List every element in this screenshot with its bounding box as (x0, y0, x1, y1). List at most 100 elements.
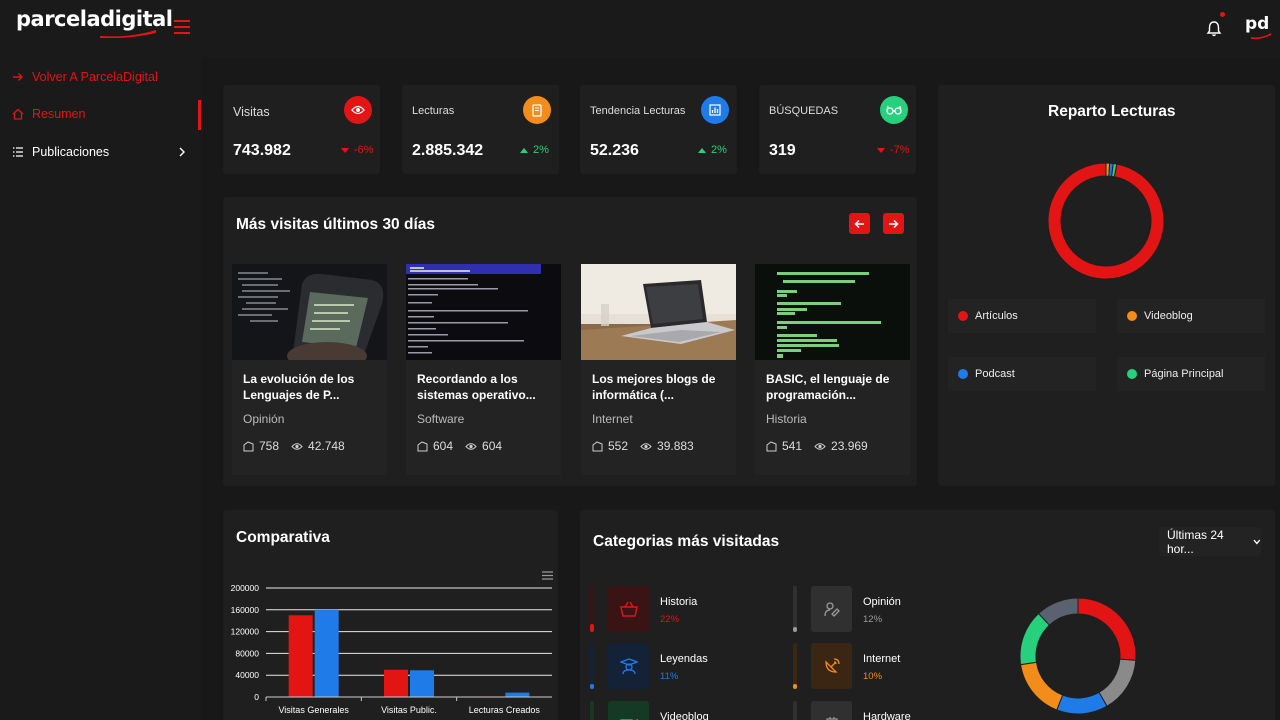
post-category: Software (417, 412, 465, 426)
readings-icon (592, 440, 603, 451)
category-item-historia[interactable]: Historia 22% (590, 586, 780, 632)
post-category: Internet (592, 412, 633, 426)
stat-value: 743.982 (233, 142, 291, 159)
category-name: Historia (660, 596, 698, 608)
post-stats: 541 23.969 (766, 439, 868, 453)
stat-change: -7% (877, 144, 910, 156)
y-tick-label: 160000 (231, 605, 260, 615)
video-icon (608, 701, 649, 720)
post-card[interactable]: Los mejores blogs de informática (... In… (581, 264, 736, 475)
category-pct: 11% (660, 671, 679, 682)
chip-icon (811, 701, 852, 720)
bar-0-1[interactable] (314, 609, 339, 697)
category-pct: 10% (863, 671, 883, 682)
comparativa-title: Comparativa (236, 529, 330, 546)
arrow-right-icon (13, 73, 23, 81)
legend-item-podcast[interactable]: Podcast (948, 357, 1096, 391)
sidebar-item-label: Volver A ParcelaDigital (32, 70, 158, 84)
post-title[interactable]: La evolución de los Lenguajes de P... (243, 371, 383, 403)
sidebar-item-resumen[interactable]: Resumen (12, 104, 192, 124)
y-tick-label: 0 (254, 692, 259, 702)
reparto-donut-chart (1047, 162, 1165, 280)
stat-label: Visitas (233, 105, 270, 119)
top-posts-title: Más visitas últimos 30 días (236, 216, 436, 233)
menu-toggle-button[interactable] (174, 20, 190, 34)
post-image[interactable] (755, 264, 910, 360)
arrow-left-icon (854, 219, 864, 228)
bar-1-0[interactable] (384, 669, 408, 697)
readings-icon (243, 440, 254, 451)
stat-value: 52.236 (590, 142, 639, 159)
readings-icon (766, 440, 777, 451)
next-button[interactable] (883, 213, 904, 234)
categoria-slice-3[interactable] (1020, 661, 1064, 711)
post-card[interactable]: La evolución de los Lenguajes de P... Op… (232, 264, 387, 475)
tablet-icon (523, 96, 551, 124)
category-item-videoblog[interactable]: Videoblog (590, 701, 780, 720)
post-title[interactable]: Recordando a los sistemas operativo... (417, 371, 557, 403)
category-name: Videoblog (660, 711, 709, 720)
bar-0-0[interactable] (288, 615, 313, 697)
post-stats: 604 604 (417, 439, 502, 453)
bell-icon[interactable] (1205, 20, 1223, 38)
category-item-leyendas[interactable]: Leyendas 11% (590, 643, 780, 689)
sidebar-item-back[interactable]: Volver A ParcelaDigital (12, 67, 192, 87)
stat-change: 2% (520, 144, 549, 156)
top-bar: parceladigital pd (0, 0, 1280, 58)
stat-label: Lecturas (412, 105, 455, 117)
sidebar-item-label: Resumen (32, 107, 86, 121)
home-icon (12, 108, 24, 120)
user-avatar[interactable]: pd (1245, 14, 1271, 40)
chevron-down-icon (1253, 539, 1261, 544)
categoria-slice-2[interactable] (1056, 691, 1108, 715)
categoria-slice-0[interactable] (1077, 597, 1137, 661)
readings-icon (417, 440, 428, 451)
bar-1-1[interactable] (410, 670, 434, 697)
graduate-icon (608, 643, 649, 689)
period-select[interactable]: Últimas 24 hor... (1159, 527, 1261, 556)
category-name: Internet (863, 653, 901, 665)
category-name: Opinión (863, 596, 901, 608)
x-tick-label: Lecturas Creados (469, 705, 541, 715)
post-image[interactable] (581, 264, 736, 360)
legend-item-articulos[interactable]: Artículos (948, 299, 1096, 333)
eye-icon (291, 442, 303, 450)
post-image[interactable] (406, 264, 561, 360)
sidebar: Volver A ParcelaDigital Resumen Publicac… (0, 58, 202, 720)
period-select-value: Últimas 24 hor... (1167, 527, 1224, 556)
categoria-slice-1[interactable] (1098, 658, 1137, 707)
bar-2-1[interactable] (505, 692, 530, 697)
sidebar-item-publicaciones[interactable]: Publicaciones (12, 142, 192, 162)
post-image[interactable] (232, 264, 387, 360)
post-category: Opinión (243, 412, 285, 426)
legend-item-pagina-principal[interactable]: Página Principal (1117, 357, 1265, 391)
reparto-slice-3[interactable] (1047, 162, 1165, 280)
prev-button[interactable] (849, 213, 870, 234)
stat-card-lecturas: Lecturas 2.885.342 2% (402, 85, 559, 174)
logo[interactable]: parceladigital (16, 7, 173, 31)
category-pct: 22% (660, 614, 680, 625)
bar-chart-icon (701, 96, 729, 124)
active-indicator (198, 100, 201, 130)
eye-icon (465, 442, 477, 450)
category-item-internet[interactable]: Internet 10% (793, 643, 983, 689)
category-item-opinion[interactable]: Opinión 12% (793, 586, 983, 632)
chevron-right-icon (179, 147, 185, 157)
y-tick-label: 120000 (231, 627, 260, 637)
legend-item-videoblog[interactable]: Videoblog (1117, 299, 1265, 333)
category-item-hardware[interactable]: Hardware (793, 701, 983, 720)
stat-card-visitas: Visitas 743.982 -6% (223, 85, 380, 174)
x-tick-label: Visitas Public. (381, 705, 437, 715)
reparto-title: Reparto Lecturas (1048, 103, 1176, 120)
stat-change: 2% (698, 144, 727, 156)
stat-change: -6% (341, 144, 374, 156)
legend-dot (958, 311, 968, 321)
category-pct: 12% (863, 614, 883, 625)
satellite-icon (811, 643, 852, 689)
arrow-right-icon (889, 219, 899, 228)
post-card[interactable]: Recordando a los sistemas operativo... S… (406, 264, 561, 475)
stat-value: 2.885.342 (412, 142, 484, 159)
post-title[interactable]: BASIC, el lenguaje de programación... (766, 371, 906, 403)
post-card[interactable]: BASIC, el lenguaje de programación... Hi… (755, 264, 910, 475)
post-title[interactable]: Los mejores blogs de informática (... (592, 371, 732, 403)
